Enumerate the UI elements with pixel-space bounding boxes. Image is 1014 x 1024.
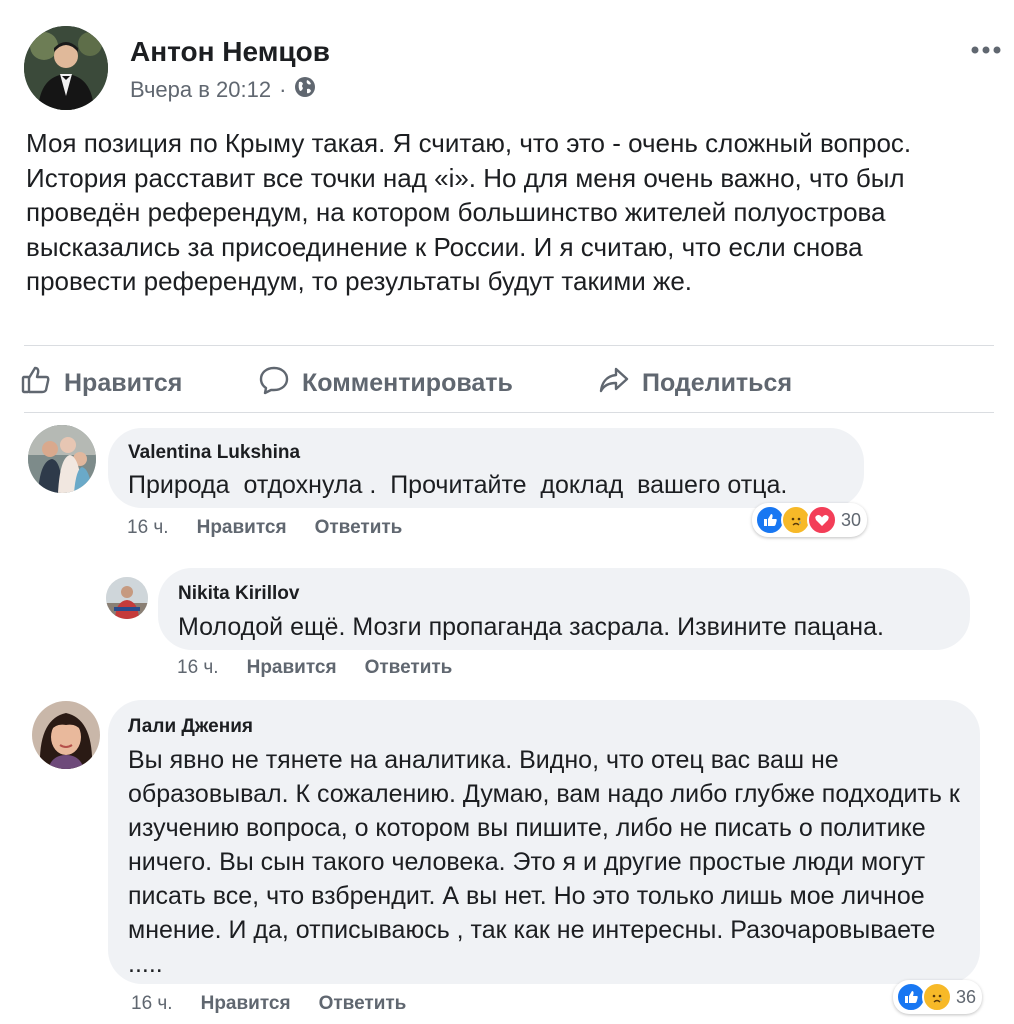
- commenter-name[interactable]: Nikita Kirillov: [178, 583, 299, 605]
- post-meta: Вчера в 20:12 ·: [130, 76, 316, 104]
- comment-like-link[interactable]: Нравится: [247, 657, 337, 679]
- post-author-name[interactable]: Антон Немцов: [130, 36, 330, 68]
- comment-reply-link[interactable]: Ответить: [365, 657, 453, 679]
- post-time[interactable]: Вчера в 20:12: [130, 77, 271, 103]
- comment-button[interactable]: Комментировать: [258, 364, 513, 403]
- reaction-summary[interactable]: 30: [752, 503, 868, 537]
- share-button[interactable]: Поделиться: [598, 364, 792, 403]
- commenter-avatar[interactable]: [106, 577, 148, 619]
- comment-bubble: Valentina Lukshina Природа отдохнула . П…: [108, 428, 864, 508]
- commenter-name[interactable]: Лали Джения: [128, 716, 253, 738]
- comment-reply-link[interactable]: Ответить: [319, 993, 407, 1015]
- sad-icon: [922, 982, 952, 1012]
- like-button[interactable]: Нравится: [20, 364, 182, 403]
- comment-text: Природа отдохнула . Прочитайте доклад ва…: [128, 471, 788, 499]
- comment-time[interactable]: 16 ч.: [131, 993, 173, 1015]
- comment-footer: 16 ч. Нравится Ответить: [177, 657, 452, 679]
- comment-time[interactable]: 16 ч.: [177, 657, 219, 679]
- comment-reply-link[interactable]: Ответить: [315, 517, 403, 539]
- share-icon: [598, 364, 630, 403]
- share-label: Поделиться: [642, 369, 793, 397]
- comment-bubble: Лали Джения Вы явно не тянете на аналити…: [108, 700, 980, 984]
- meta-separator: ·: [279, 77, 287, 102]
- reaction-count: 30: [841, 509, 862, 530]
- more-options-icon[interactable]: [970, 40, 1002, 60]
- comment-footer: 16 ч. Нравится Ответить: [127, 517, 402, 539]
- like-label: Нравится: [64, 369, 183, 397]
- commenter-name[interactable]: Valentina Lukshina: [128, 442, 300, 464]
- reaction-summary[interactable]: 36: [893, 980, 983, 1014]
- comment-icon: [258, 364, 290, 403]
- comment-text: Молодой ещё. Мозги пропаганда засрала. И…: [178, 613, 884, 641]
- divider: [24, 345, 994, 346]
- globe-icon: [294, 76, 316, 104]
- comment-like-link[interactable]: Нравится: [197, 517, 287, 539]
- reaction-count: 36: [956, 986, 977, 1007]
- comment-text: Вы явно не тянете на аналитика. Видно, ч…: [128, 746, 960, 978]
- post-body-text: Моя позиция по Крыму такая. Я считаю, чт…: [26, 128, 912, 296]
- divider: [24, 412, 994, 413]
- comment-label: Комментировать: [302, 369, 513, 397]
- comment-bubble: Nikita Kirillov Молодой ещё. Мозги пропа…: [158, 568, 970, 650]
- commenter-avatar[interactable]: [28, 425, 96, 493]
- author-avatar[interactable]: [24, 26, 108, 110]
- comment-footer: 16 ч. Нравится Ответить: [131, 993, 406, 1015]
- comment-like-link[interactable]: Нравится: [201, 993, 291, 1015]
- commenter-avatar[interactable]: [32, 701, 100, 769]
- love-icon: [807, 505, 837, 535]
- comment-time[interactable]: 16 ч.: [127, 517, 169, 539]
- thumbs-up-icon: [20, 364, 52, 403]
